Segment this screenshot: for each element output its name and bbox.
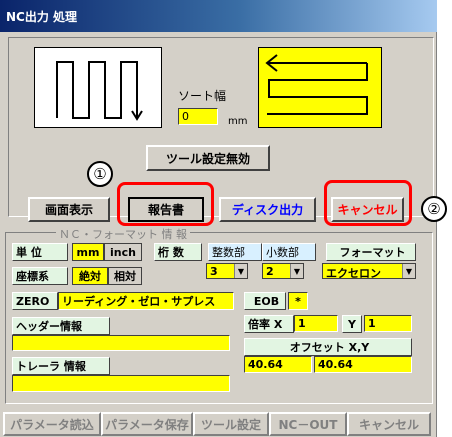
trailer-info-field[interactable] (12, 375, 230, 392)
window-title: NC出力 処理 (6, 10, 78, 24)
callout-two: ② (421, 196, 447, 222)
sort-preview (258, 47, 382, 128)
unit-label: 単 位 (12, 243, 68, 261)
sort-path-icon (265, 54, 368, 115)
format-value: エクセロン (326, 267, 381, 280)
drill-path-preview (34, 47, 162, 128)
eob-label: EOB (244, 292, 286, 310)
trailer-info-label: トレーラ 情報 (12, 357, 110, 375)
format-label: フォーマット (326, 243, 416, 261)
nc-output-window: NC出力 処理 ソート幅 0 mm ツール設定無効 ① ② 画面表示 報告書 デ… (0, 0, 447, 437)
scale-x-field[interactable]: 1 (294, 315, 338, 332)
decimal-part-label: 小数部 (262, 243, 316, 261)
cancel-button[interactable]: キャンセル (331, 197, 404, 222)
offset-x-field[interactable]: 40.64 (244, 356, 312, 373)
tool-setting-disable-button[interactable]: ツール設定無効 (146, 145, 270, 171)
sort-width-label: ソート幅 (178, 89, 227, 103)
scale-x-label: 倍率 X (244, 315, 294, 333)
chevron-down-icon[interactable]: ▼ (234, 264, 247, 278)
digits-label: 桁 数 (154, 243, 202, 261)
format-group-legend: ＮＣ・フォーマット 情 報 (56, 226, 190, 242)
header-info-field[interactable] (12, 335, 230, 351)
unit-mm-option[interactable]: mm (72, 243, 104, 261)
scale-y-label: Y (342, 315, 362, 333)
coord-absolute-option[interactable]: 絶対 (72, 267, 108, 285)
chevron-down-icon[interactable]: ▼ (402, 264, 415, 278)
format-select[interactable]: エクセロン ▼ (322, 263, 416, 280)
nc-out-button[interactable]: NC－OUT (269, 412, 347, 436)
offset-label: オフセット X,Y (244, 338, 412, 356)
integer-digits-value: 3 (210, 265, 218, 278)
save-parameters-button[interactable]: パラメータ保存 (101, 412, 193, 436)
title-bar: NC出力 処理 (0, 0, 437, 32)
header-info-label: ヘッダー情報 (12, 317, 110, 335)
chevron-down-icon[interactable]: ▼ (290, 264, 303, 278)
coord-relative-option[interactable]: 相対 (108, 267, 142, 285)
sort-width-unit: mm (228, 116, 248, 127)
decimal-digits-value: 2 (266, 265, 274, 278)
tool-settings-button[interactable]: ツール設定 (193, 412, 269, 436)
eob-value-field[interactable]: * (288, 292, 308, 310)
bottom-cancel-button[interactable]: キャンセル (347, 412, 431, 436)
report-button[interactable]: 報告書 (128, 197, 204, 222)
callout-one: ① (87, 161, 113, 187)
zero-label: ZERO (12, 292, 58, 310)
scale-y-field[interactable]: 1 (364, 315, 412, 332)
offset-y-field[interactable]: 40.64 (314, 356, 412, 373)
decimal-digits-select[interactable]: 2 ▼ (262, 263, 304, 279)
load-parameters-button[interactable]: パラメータ読込 (3, 412, 101, 436)
integer-digits-select[interactable]: 3 ▼ (206, 263, 248, 279)
sort-width-input[interactable]: 0 (178, 108, 218, 125)
screen-display-button[interactable]: 画面表示 (28, 197, 110, 222)
integer-part-label: 整数部 (208, 243, 262, 261)
unit-inch-option[interactable]: inch (104, 243, 142, 261)
disk-output-button[interactable]: ディスク出力 (219, 197, 316, 222)
zero-value-field[interactable]: リーディング・ゼロ・サプレス (58, 292, 234, 310)
coord-label: 座標系 (12, 267, 68, 285)
zigzag-path-icon (56, 61, 143, 121)
